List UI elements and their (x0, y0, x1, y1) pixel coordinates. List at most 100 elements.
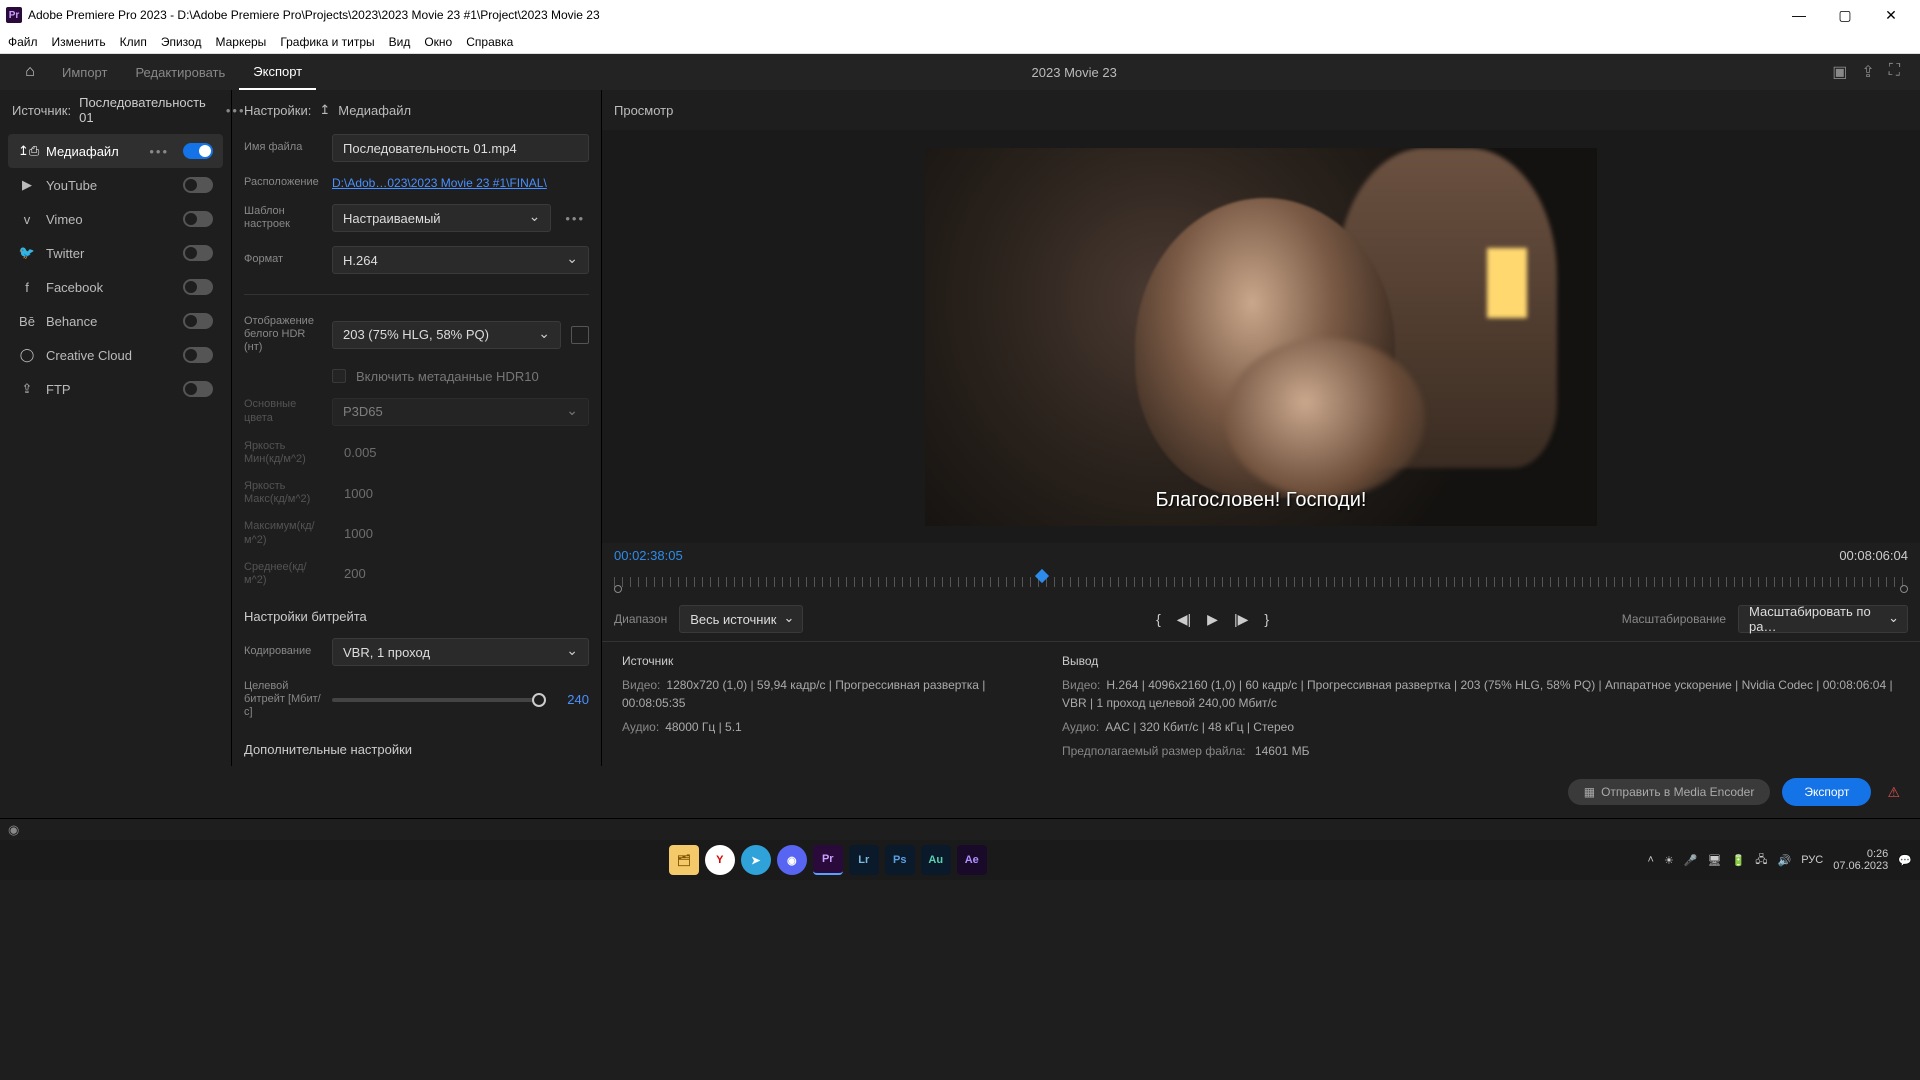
destination-label: FTP (46, 382, 173, 397)
taskbar-premiere-icon[interactable]: Pr (813, 845, 843, 875)
tray-network-icon[interactable]: 🖧 (1755, 851, 1767, 870)
menu-edit[interactable]: Изменить (52, 35, 106, 49)
step-back-icon[interactable]: ◀| (1177, 611, 1191, 628)
destination-toggle[interactable] (183, 347, 213, 363)
destination-toggle[interactable] (183, 143, 213, 159)
bitrate-section-title: Настройки битрейта (244, 609, 589, 624)
range-label: Диапазон (614, 612, 667, 626)
tray-notifications-icon[interactable]: 💬 (1898, 854, 1912, 867)
destination-facebook[interactable]: fFacebook (8, 270, 223, 304)
share-icon[interactable]: ⇪ (1861, 62, 1874, 82)
location-link[interactable]: D:\Adob…023\2023 Movie 23 #1\FINAL\ (332, 176, 589, 190)
source-value[interactable]: Последовательность 01 (79, 95, 206, 125)
taskbar-audition-icon[interactable]: Au (921, 845, 951, 875)
mark-in-icon[interactable]: { (1156, 611, 1161, 627)
destination-label: Facebook (46, 280, 173, 295)
destination-twitter[interactable]: 🐦Twitter (8, 236, 223, 270)
avg-label: Среднее(кд/м^2) (244, 561, 322, 587)
timeline-ruler[interactable] (602, 567, 1920, 597)
menu-episode[interactable]: Эпизод (161, 35, 202, 49)
minimize-button[interactable]: — (1776, 0, 1822, 30)
info-est-size-value: 14601 МБ (1255, 744, 1310, 758)
close-button[interactable]: ✕ (1868, 0, 1914, 30)
destination-media[interactable]: ↥⎙Медиафайл••• (8, 134, 223, 168)
destinations-panel: Источник: Последовательность 01 ••• ↥⎙Ме… (0, 90, 232, 766)
sync-icon[interactable]: ◉ (8, 822, 19, 838)
destination-label: Creative Cloud (46, 348, 173, 363)
destination-behance[interactable]: BēBehance (8, 304, 223, 338)
menu-graphics[interactable]: Графика и титры (280, 35, 374, 49)
destination-toggle[interactable] (183, 279, 213, 295)
menu-window[interactable]: Окно (424, 35, 452, 49)
hdr10-checkbox[interactable] (332, 369, 346, 383)
taskbar-photoshop-icon[interactable]: Ps (885, 845, 915, 875)
destination-toggle[interactable] (183, 211, 213, 227)
fullscreen-icon[interactable]: ⛶ (1889, 62, 1900, 82)
destination-vimeo[interactable]: vVimeo (8, 202, 223, 236)
play-icon[interactable]: ▶ (1207, 611, 1218, 628)
taskbar-explorer-icon[interactable]: 🗂 (669, 845, 699, 875)
hdr-white-select[interactable]: 203 (75% HLG, 58% PQ) (332, 321, 561, 349)
menu-file[interactable]: Файл (8, 35, 38, 49)
menu-help[interactable]: Справка (466, 35, 513, 49)
max-label: Максимум(кд/м^2) (244, 520, 322, 546)
home-icon[interactable]: ⌂ (12, 63, 48, 81)
destination-toggle[interactable] (183, 313, 213, 329)
preset-label: Шаблон настроек (244, 205, 322, 231)
hdr-white-checkbox[interactable] (571, 326, 589, 344)
encoding-select[interactable]: VBR, 1 проход (332, 638, 589, 666)
taskbar-aftereffects-icon[interactable]: Ae (957, 845, 987, 875)
tray-chevron-icon[interactable]: ˄ (1648, 854, 1654, 866)
info-output-audio-label: Аудио: (1062, 720, 1099, 734)
tab-export[interactable]: Экспорт (239, 54, 316, 90)
taskbar-discord-icon[interactable]: ◉ (777, 845, 807, 875)
send-to-encoder-button[interactable]: ▦ Отправить в Media Encoder (1568, 779, 1771, 805)
destination-more-icon[interactable]: ••• (145, 144, 173, 159)
format-select[interactable]: H.264 (332, 246, 589, 274)
destination-youtube[interactable]: ▶YouTube (8, 168, 223, 202)
filename-input[interactable]: Последовательность 01.mp4 (332, 134, 589, 162)
tray-weather-icon[interactable]: ☀ (1664, 854, 1674, 867)
export-footer: ▦ Отправить в Media Encoder Экспорт ⚠ (0, 766, 1920, 818)
preview-subtitle: Благословен! Господи! (925, 489, 1597, 512)
tab-edit[interactable]: Редактировать (121, 54, 239, 90)
destination-toggle[interactable] (183, 177, 213, 193)
maximize-button[interactable]: ▢ (1822, 0, 1868, 30)
destination-ftp[interactable]: ⇪FTP (8, 372, 223, 406)
info-source-audio-label: Аудио: (622, 720, 659, 734)
export-button[interactable]: Экспорт (1782, 778, 1871, 806)
tray-display-icon[interactable]: 🖥 (1708, 854, 1722, 867)
destination-toggle[interactable] (183, 381, 213, 397)
project-name: 2023 Movie 23 (316, 65, 1832, 80)
menu-view[interactable]: Вид (389, 35, 411, 49)
timecode-current[interactable]: 00:02:38:05 (614, 548, 683, 563)
tray-battery-icon[interactable]: 🔋 (1732, 854, 1746, 867)
warning-icon[interactable]: ⚠ (1883, 784, 1900, 801)
destination-cc[interactable]: ◯ Creative Cloud (8, 338, 223, 372)
target-bitrate-value[interactable]: 240 (555, 692, 589, 707)
destination-toggle[interactable] (183, 245, 213, 261)
scale-select[interactable]: Масштабировать по ра… (1738, 605, 1908, 633)
menu-markers[interactable]: Маркеры (215, 35, 266, 49)
taskbar-telegram-icon[interactable]: ➤ (741, 845, 771, 875)
quick-export-icon[interactable]: ▣ (1832, 62, 1847, 82)
tray-sound-icon[interactable]: 🔊 (1778, 854, 1792, 867)
taskbar-yandex-icon[interactable]: Y (705, 845, 735, 875)
step-forward-icon[interactable]: |▶ (1234, 611, 1248, 628)
tray-clock[interactable]: 0:26 07.06.2023 (1833, 848, 1888, 872)
lum-min-value: 0.005 (332, 445, 377, 460)
cc-icon: ◯ (18, 347, 36, 363)
tab-import[interactable]: Импорт (48, 54, 121, 90)
tray-language[interactable]: РУС (1801, 854, 1823, 866)
tray-mic-icon[interactable]: 🎤 (1684, 854, 1698, 867)
target-bitrate-slider[interactable] (332, 698, 545, 702)
preset-select[interactable]: Настраиваемый (332, 204, 551, 232)
preview-video-frame[interactable]: Благословен! Господи! (925, 148, 1597, 526)
menu-clip[interactable]: Клип (120, 35, 147, 49)
range-select[interactable]: Весь источник (679, 605, 803, 633)
mark-out-icon[interactable]: } (1264, 611, 1269, 627)
preset-more-icon[interactable]: ••• (561, 211, 589, 226)
max-value: 1000 (332, 526, 373, 541)
taskbar-lightroom-icon[interactable]: Lr (849, 845, 879, 875)
info-output-video-label: Видео: (1062, 678, 1100, 692)
